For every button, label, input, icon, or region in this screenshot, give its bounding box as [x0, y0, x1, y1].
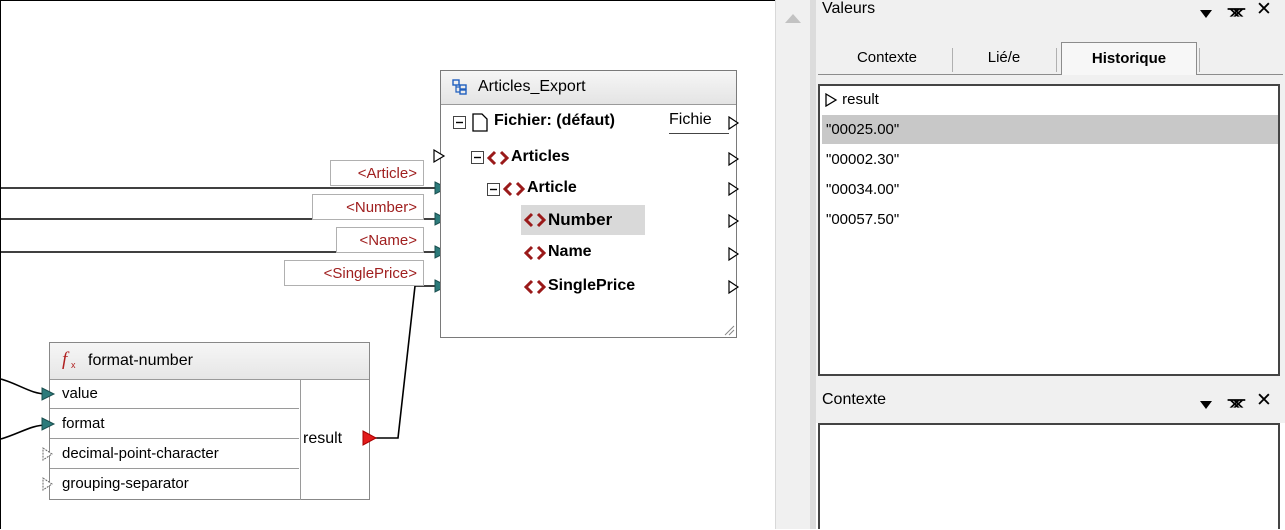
close-icon[interactable]: ✕: [1256, 389, 1272, 412]
function-output-result[interactable]: result: [303, 430, 342, 448]
tab-lie[interactable]: Lié/e: [956, 42, 1052, 75]
pin-icon[interactable]: ᚘ: [1228, 391, 1245, 408]
element-icon: [524, 245, 546, 261]
function-input-value[interactable]: value: [50, 379, 299, 409]
node-singleprice[interactable]: SinglePrice: [548, 277, 635, 295]
articles-export-component[interactable]: Articles_Export Fichier: (défaut) Fichie…: [440, 70, 740, 338]
element-icon: [524, 212, 546, 228]
file-icon: [472, 113, 488, 132]
element-icon: [487, 150, 509, 166]
element-icon: [524, 279, 546, 295]
context-panel: Contexte ᚘ ✕: [816, 384, 1285, 423]
dropdown-icon[interactable]: [1200, 396, 1212, 413]
context-content[interactable]: [818, 423, 1280, 529]
values-header-label: result: [842, 91, 879, 108]
resize-grip-icon[interactable]: [723, 324, 735, 336]
value-row[interactable]: "00057.50": [826, 206, 899, 234]
canvas-vertical-scrollbar[interactable]: [775, 0, 810, 529]
node-articles[interactable]: Articles: [511, 148, 570, 166]
tab-contexte[interactable]: Contexte: [830, 42, 944, 75]
close-icon[interactable]: ✕: [1256, 0, 1272, 21]
pin-icon[interactable]: ᚘ: [1228, 0, 1245, 17]
tag-number[interactable]: <Number>: [312, 194, 424, 220]
component-icon: [452, 79, 467, 95]
node-article[interactable]: Article: [527, 179, 577, 197]
collapse-icon[interactable]: [471, 151, 484, 164]
output-connectors[interactable]: [728, 116, 740, 296]
values-list[interactable]: result "00025.00" "00002.30" "00034.00" …: [818, 84, 1280, 376]
element-icon: [503, 181, 525, 197]
context-panel-title: Contexte: [822, 391, 887, 408]
collapse-icon[interactable]: [487, 183, 500, 196]
node-number[interactable]: Number: [548, 210, 612, 230]
values-header[interactable]: result: [824, 86, 879, 114]
file-button[interactable]: Fichie: [669, 111, 729, 134]
value-row[interactable]: "00002.30": [826, 146, 899, 174]
expand-arrow-icon: [825, 92, 838, 108]
scroll-up-icon[interactable]: [785, 14, 801, 23]
function-input-connectors[interactable]: [39, 384, 61, 500]
component-title: Articles_Export: [478, 78, 586, 95]
component-header[interactable]: Articles_Export: [441, 71, 736, 105]
tag-article[interactable]: <Article>: [330, 160, 424, 186]
function-icon: f: [62, 349, 68, 370]
tag-name[interactable]: <Name>: [336, 227, 424, 253]
tab-historique[interactable]: Historique: [1061, 42, 1197, 75]
tag-singleprice[interactable]: <SinglePrice>: [284, 260, 424, 286]
function-icon-sub: x: [71, 360, 76, 370]
function-input-decimal-point-character[interactable]: decimal-point-character: [50, 439, 299, 469]
connector-arrow-icon[interactable]: [432, 148, 446, 164]
node-name[interactable]: Name: [548, 243, 592, 261]
value-row[interactable]: "00025.00": [826, 116, 899, 144]
connection-singleprice: [373, 285, 438, 439]
function-title: format-number: [88, 352, 193, 369]
values-panel-title: Valeurs: [822, 0, 876, 17]
collapse-icon[interactable]: [453, 116, 466, 129]
format-number-function[interactable]: f x format-number value format decimal-p…: [49, 342, 370, 500]
dropdown-icon[interactable]: [1200, 5, 1212, 22]
function-output-connector[interactable]: [361, 429, 379, 447]
function-input-format[interactable]: format: [50, 409, 299, 439]
function-header[interactable]: f x format-number: [50, 343, 369, 380]
value-row[interactable]: "00034.00": [826, 176, 899, 204]
file-label: Fichier: (défaut): [494, 112, 615, 129]
function-input-grouping-separator[interactable]: grouping-separator: [50, 469, 299, 499]
mapping-canvas[interactable]: <Article> <Number> <Name> <SinglePrice> …: [0, 0, 775, 529]
